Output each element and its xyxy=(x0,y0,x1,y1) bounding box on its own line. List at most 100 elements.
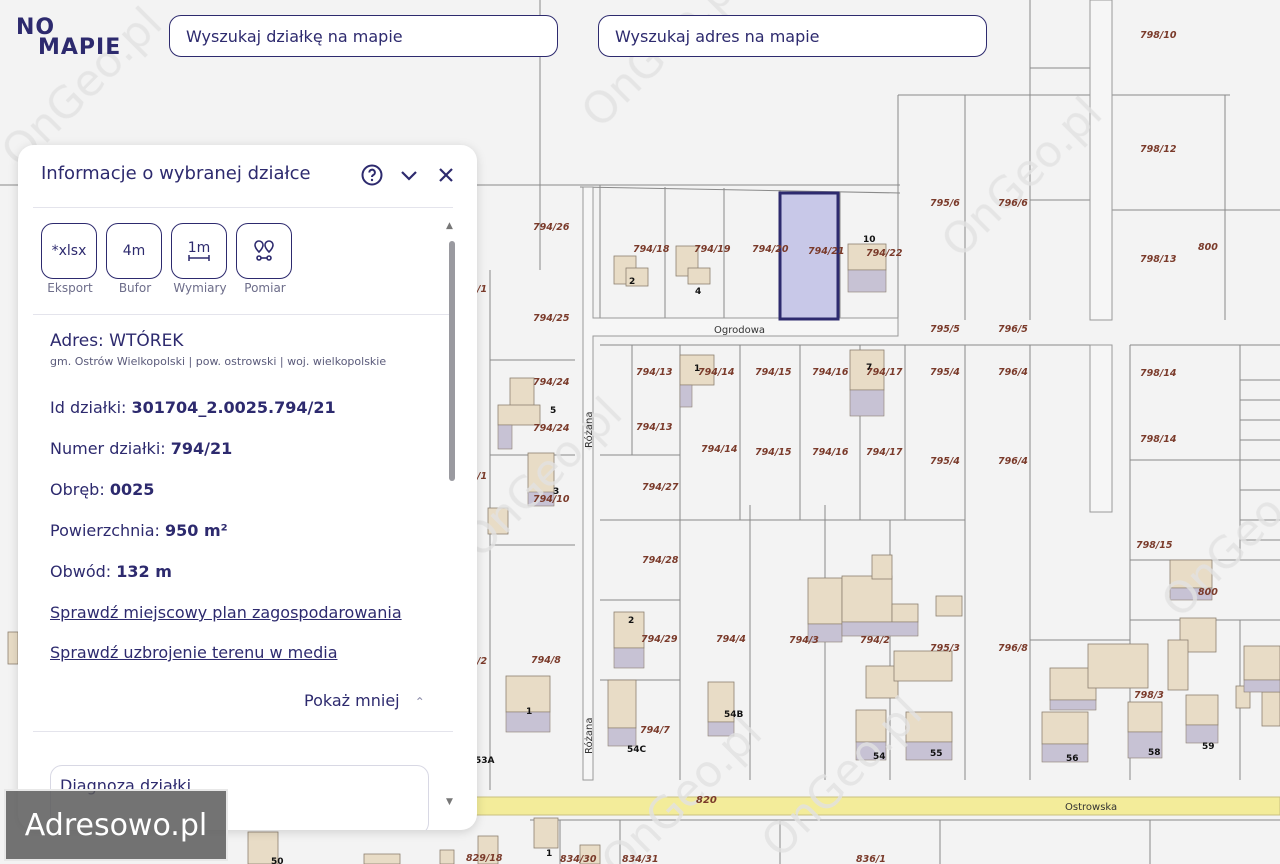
scroll-down-arrow-icon[interactable]: ▼ xyxy=(446,797,453,807)
parcel-label: 836/1 xyxy=(856,854,886,864)
parcel-label: 798/14 xyxy=(1140,434,1177,445)
parcel-label: 795/4 xyxy=(930,456,960,467)
field-label: Obwód: xyxy=(50,562,112,581)
house-number: 3 xyxy=(553,487,559,497)
parcel-label: 794/7 xyxy=(640,725,670,736)
house-number: 2 xyxy=(628,616,634,626)
divider xyxy=(33,731,453,732)
house-number: 54B xyxy=(724,710,744,720)
parcel-label: 796/6 xyxy=(998,198,1028,209)
export-tool[interactable]: *xlsx Eksport xyxy=(41,223,99,295)
house-number: 54 xyxy=(873,752,886,762)
house-number: 1 xyxy=(526,707,532,717)
precinct-row: Obręb: 0025 xyxy=(50,480,154,499)
chevron-down-icon[interactable] xyxy=(397,163,421,187)
plot-search-placeholder: Wyszukaj działkę na mapie xyxy=(186,26,403,46)
parcel-label: 794/3 xyxy=(789,635,819,646)
ruler-icon xyxy=(188,255,210,261)
dimensions-icon-text: 1m xyxy=(187,240,211,256)
parcel-label: 800 xyxy=(1198,242,1218,253)
parcel-label: 794/20 xyxy=(752,244,789,255)
parcel-label: 798/13 xyxy=(1140,254,1177,265)
parcel-label: 794/18 xyxy=(633,244,670,255)
adresowo-watermark: Adresowo.pl xyxy=(4,789,228,861)
parcel-label: 794/13 xyxy=(636,422,673,433)
parcel-label: 794/10 xyxy=(533,494,570,505)
close-icon[interactable] xyxy=(434,163,458,187)
buffer-icon[interactable]: 4m xyxy=(106,223,162,279)
dimensions-tool[interactable]: 1m Wymiary xyxy=(171,223,229,295)
field-label: Id działki: xyxy=(50,398,127,417)
house-number: 10 xyxy=(863,235,876,245)
parcel-label: 794/14 xyxy=(698,367,735,378)
house-number: 59 xyxy=(1202,742,1215,752)
street-label: Różana xyxy=(583,412,595,448)
parcel-label: 795/5 xyxy=(930,324,960,335)
field-label: Obręb: xyxy=(50,480,105,499)
measure-label: Pomiar xyxy=(244,281,286,295)
parcel-label: 798/12 xyxy=(1140,144,1177,155)
house-number: 4 xyxy=(695,287,701,297)
field-value: 132 m xyxy=(116,562,172,581)
parcel-label: 794/14 xyxy=(701,444,738,455)
measure-button[interactable] xyxy=(236,223,292,279)
parcel-label: 798/15 xyxy=(1136,540,1173,551)
nomapie-logo[interactable]: NO MAPIE xyxy=(16,17,122,60)
help-icon[interactable] xyxy=(360,163,384,187)
parcel-info-panel: Informacje o wybranej działce *xlsx Eksp… xyxy=(18,145,477,830)
parcel-label: 834/31 xyxy=(622,854,659,864)
measure-tool[interactable]: Pomiar xyxy=(236,223,294,295)
pin-pair-icon xyxy=(254,240,274,261)
parcel-label: /2 xyxy=(476,656,487,667)
parcel-label: 795/3 xyxy=(930,643,960,654)
parcel-label: 795/4 xyxy=(930,367,960,378)
scrollbar-thumb[interactable] xyxy=(449,241,455,481)
parcel-label: 798/3 xyxy=(1134,690,1164,701)
field-value: 301704_2.0025.794/21 xyxy=(131,398,336,417)
house-number: 58 xyxy=(1148,748,1161,758)
parcel-label: 794/2 xyxy=(860,635,890,646)
dimensions-icon[interactable]: 1m xyxy=(171,223,227,279)
parcel-label: 794/22 xyxy=(866,248,903,259)
utilities-link[interactable]: Sprawdź uzbrojenie terenu w media xyxy=(50,643,338,662)
house-number: 1 xyxy=(694,364,700,374)
show-less-label: Pokaż mniej xyxy=(304,691,400,710)
parcel-label: /1 xyxy=(476,471,487,482)
divider xyxy=(33,207,453,208)
parcel-label: 794/28 xyxy=(642,555,679,566)
parcel-label: 795/6 xyxy=(930,198,960,209)
parcel-label: 794/15 xyxy=(755,447,792,458)
logo-line2: MAPIE xyxy=(38,35,122,60)
plot-search-input[interactable]: Wyszukaj działkę na mapie xyxy=(169,15,558,57)
parcel-label: 794/25 xyxy=(533,313,570,324)
address-search-placeholder: Wyszukaj adres na mapie xyxy=(615,26,820,46)
street-label: Ostrowska xyxy=(1065,802,1117,813)
road-number: 820 xyxy=(696,795,717,806)
street-label: Różana xyxy=(583,718,595,754)
parcel-label: 794/24 xyxy=(533,423,570,434)
parcel-label: 794/16 xyxy=(812,367,849,378)
parcel-label: 794/27 xyxy=(642,482,679,493)
address-subtitle: gm. Ostrów Wielkopolski | pow. ostrowski… xyxy=(50,355,387,368)
house-number: 2 xyxy=(629,277,635,287)
parcel-label: 794/17 xyxy=(866,447,903,458)
field-label: Powierzchnia: xyxy=(50,521,160,540)
address-title: Adres: WTÓREK xyxy=(50,331,184,351)
house-number: 56 xyxy=(1066,754,1079,764)
parcel-label: 834/30 xyxy=(560,854,597,864)
panel-title: Informacje o wybranej działce xyxy=(41,163,311,184)
export-xlsx-icon[interactable]: *xlsx xyxy=(41,223,97,279)
parcel-label: 794/8 xyxy=(531,655,561,666)
parcel-label: 798/14 xyxy=(1140,368,1177,379)
zoning-plan-link[interactable]: Sprawdź miejscowy plan zagospodarowania xyxy=(50,603,402,622)
buffer-tool[interactable]: 4m Bufor xyxy=(106,223,164,295)
area-row: Powierzchnia: 950 m² xyxy=(50,521,228,540)
show-less-button[interactable]: Pokaż mniej ⌃ xyxy=(304,691,425,710)
parcel-label: 796/4 xyxy=(998,367,1028,378)
parcel-label: 794/24 xyxy=(533,377,570,388)
address-search-input[interactable]: Wyszukaj adres na mapie xyxy=(598,15,987,57)
house-number: 53A xyxy=(475,756,495,766)
buffer-label: Bufor xyxy=(118,281,152,295)
house-number: 5 xyxy=(550,406,556,416)
scroll-up-arrow-icon[interactable]: ▲ xyxy=(446,221,453,231)
